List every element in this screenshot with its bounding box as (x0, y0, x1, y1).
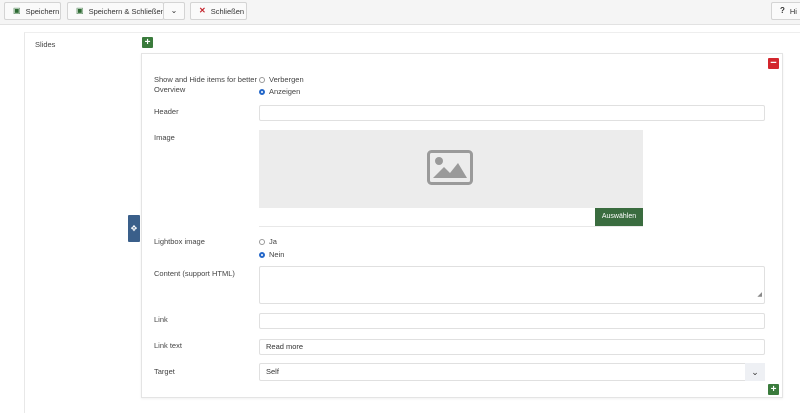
radio-circle-checked (259, 88, 265, 95)
choose-image-button[interactable]: Auswählen (595, 208, 643, 226)
save-button-label: Speichern (25, 6, 60, 16)
radio-hide-label: Verbergen (269, 75, 304, 84)
save-and-close-label: Speichern & Schließen (88, 6, 165, 16)
radio-lightbox-no[interactable]: Nein (259, 250, 284, 259)
radio-lightbox-yes[interactable]: Ja (259, 237, 277, 246)
add-slide-button[interactable]: + (142, 37, 153, 48)
content-label: Content (support HTML) (154, 269, 235, 278)
image-path-field[interactable] (259, 208, 643, 227)
radio-show[interactable]: Anzeigen (259, 87, 300, 96)
link-input[interactable] (259, 313, 765, 329)
link-label: Link (154, 315, 168, 324)
content-textarea[interactable]: ◢ (259, 266, 765, 304)
floppy-disk-icon: ▣ (13, 6, 21, 15)
target-label: Target (154, 367, 175, 376)
resize-grip-icon[interactable]: ◢ (757, 288, 762, 302)
radio-circle (259, 238, 265, 245)
x-icon: ✕ (199, 6, 206, 15)
link-text-label: Link text (154, 341, 182, 350)
lightbox-label: Lightbox image (154, 237, 205, 246)
chevron-down-icon: ⌄ (170, 6, 178, 15)
help-button-label: Hi (789, 6, 797, 16)
target-select[interactable]: Self (259, 363, 765, 381)
help-button[interactable]: ? Hi (771, 2, 800, 20)
close-button-label: Schließen (210, 6, 245, 16)
radio-lightbox-no-label: Nein (269, 250, 285, 259)
image-placeholder-icon (427, 150, 473, 185)
header-label: Header (154, 107, 179, 116)
save-button[interactable]: ▣ Speichern (4, 2, 61, 20)
slides-label: Slides (35, 40, 56, 49)
radio-lightbox-yes-label: Ja (269, 237, 277, 246)
radio-show-label: Anzeigen (269, 87, 301, 96)
save-options-dropdown[interactable]: ⌄ (163, 2, 185, 20)
remove-slide-button[interactable]: − (768, 58, 779, 69)
add-slide-button-bottom[interactable]: + (768, 384, 779, 395)
move-icon[interactable]: ✥ (128, 215, 140, 242)
save-and-close-button[interactable]: ▣ Speichern & Schließen (67, 2, 165, 20)
question-icon: ? (780, 6, 785, 15)
radio-hide[interactable]: Verbergen (259, 75, 304, 84)
chevron-down-icon[interactable]: ⌄ (745, 363, 765, 381)
show-hide-label: Show and Hide items for better Overview (154, 75, 257, 94)
radio-circle (259, 76, 265, 83)
floppy-disk-icon: ▣ (76, 6, 84, 15)
header-input[interactable] (259, 105, 765, 121)
link-text-input[interactable]: Read more (259, 339, 765, 355)
radio-circle-checked (259, 251, 265, 258)
toolbar: ▣ Speichern ▣ Speichern & Schließen ⌄ ✕ … (0, 0, 800, 25)
image-label: Image (154, 133, 175, 142)
close-button[interactable]: ✕ Schließen (190, 2, 247, 20)
